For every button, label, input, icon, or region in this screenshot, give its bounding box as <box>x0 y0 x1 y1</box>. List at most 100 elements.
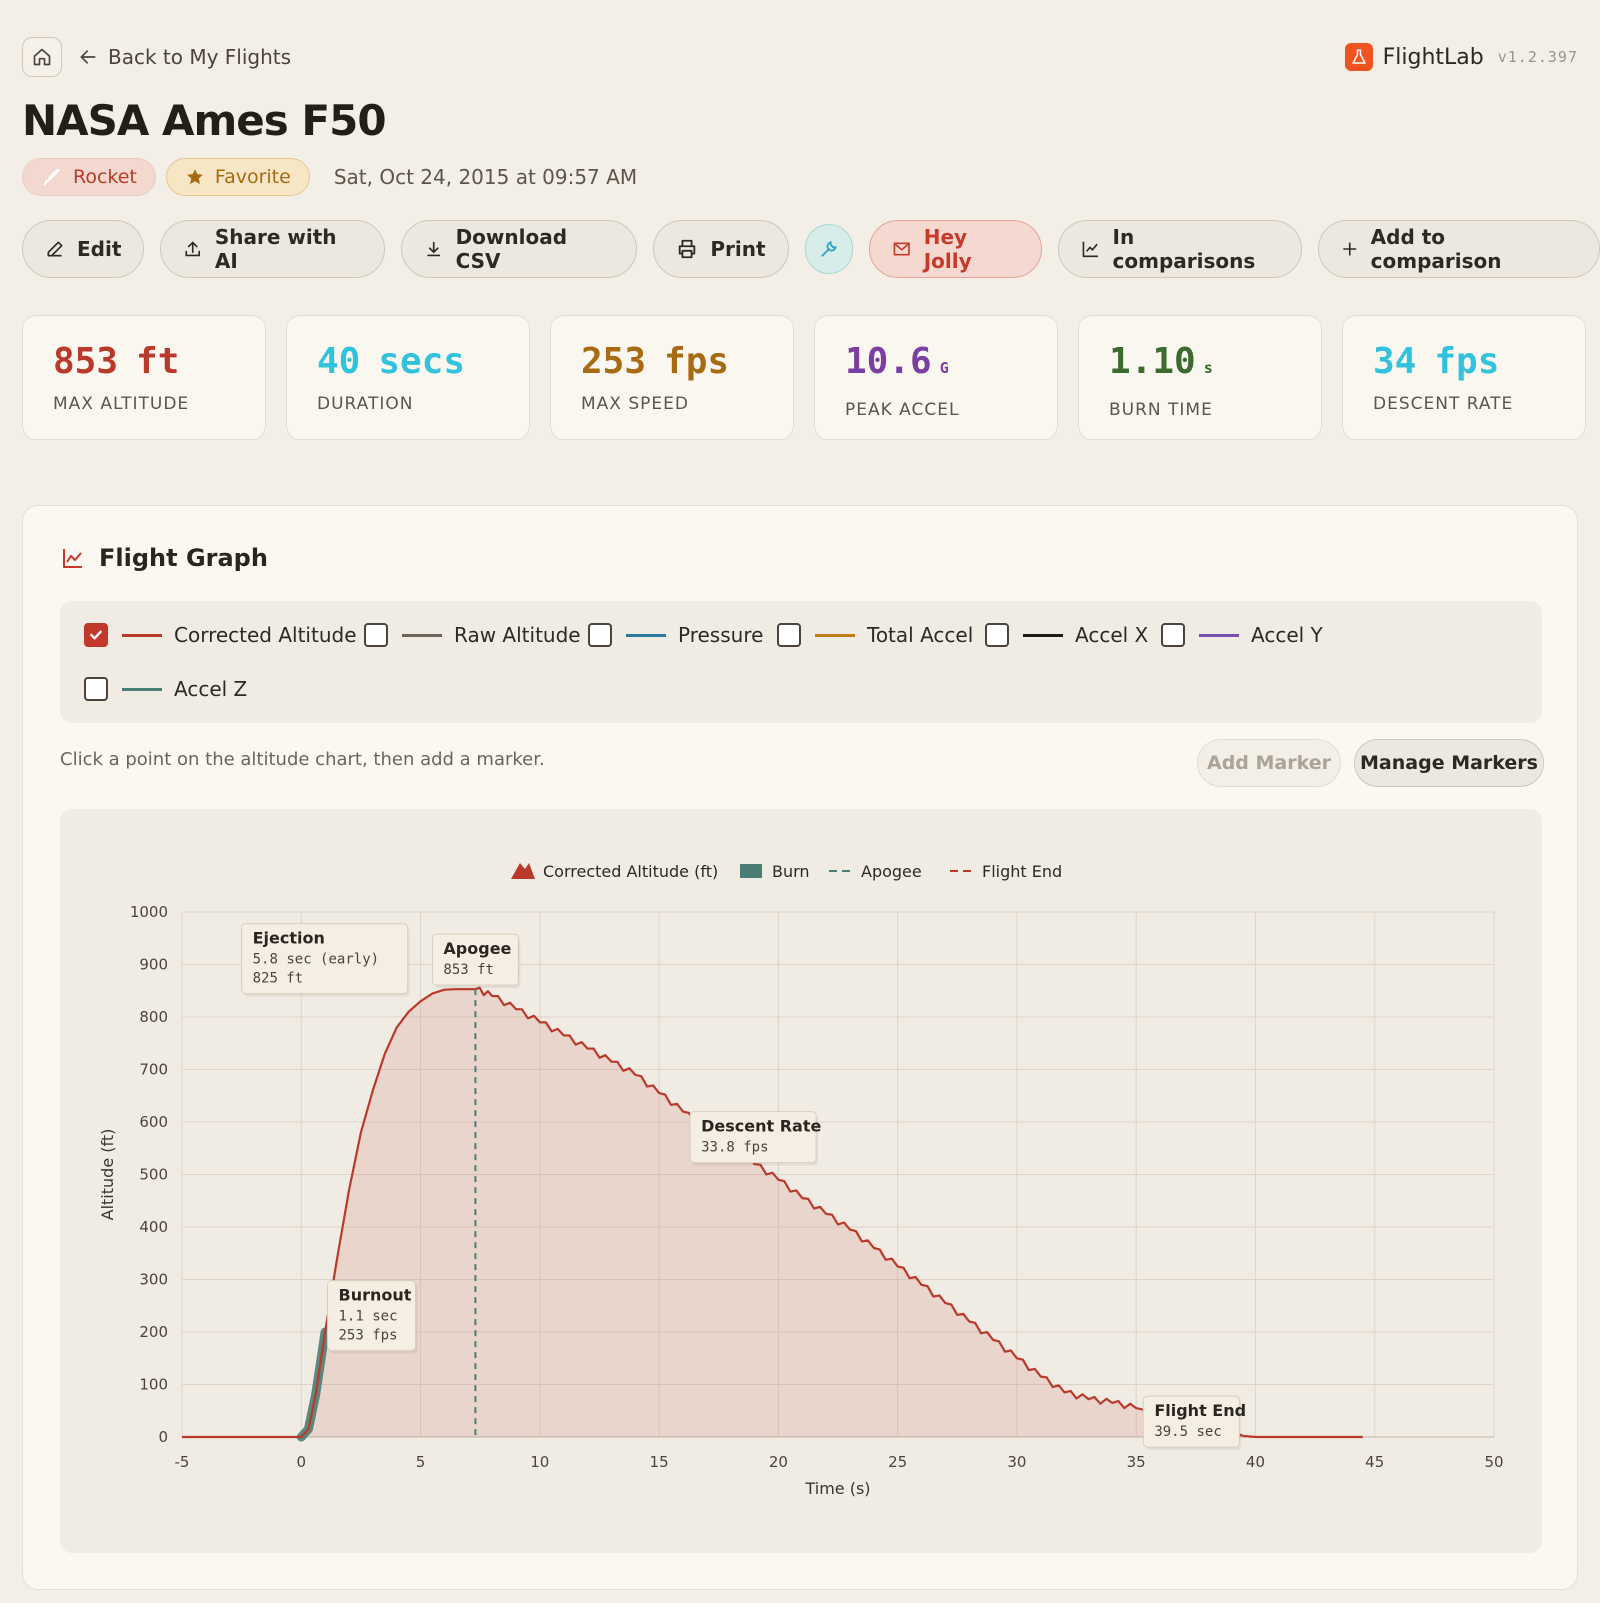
stat-unit: ft <box>136 341 180 382</box>
y-tick-label: 500 <box>139 1166 168 1184</box>
series-toggle[interactable]: Pressure <box>588 623 763 647</box>
series-toggle[interactable]: Accel Z <box>84 677 247 701</box>
series-swatch <box>402 633 442 637</box>
series-toggle[interactable]: Total Accel <box>777 623 973 647</box>
series-checkbox[interactable] <box>84 623 108 647</box>
series-checkbox[interactable] <box>777 623 801 647</box>
favorite-badge[interactable]: Favorite <box>165 158 310 196</box>
annotation-title: Flight End <box>1154 1401 1246 1420</box>
home-button[interactable] <box>22 37 62 77</box>
y-tick-label: 600 <box>139 1113 168 1131</box>
tools-button[interactable] <box>804 224 854 274</box>
add-to-comparison-button[interactable]: Add to comparison <box>1318 220 1600 278</box>
flight-date: Sat, Oct 24, 2015 at 09:57 AM <box>333 165 638 189</box>
series-swatch <box>122 633 162 637</box>
upload-icon <box>185 241 201 257</box>
series-toggle[interactable]: Corrected Altitude <box>84 623 357 647</box>
legend-swatch <box>511 863 535 879</box>
x-tick-label: -5 <box>175 1453 190 1471</box>
stat-value: 853 ft <box>53 340 235 384</box>
stat-card: 10.6 G PEAK ACCEL <box>814 315 1058 440</box>
series-checkbox[interactable] <box>985 623 1009 647</box>
hey-jolly-button[interactable]: Hey Jolly <box>869 220 1043 278</box>
x-tick-label: 50 <box>1484 1453 1503 1471</box>
download-button-label: Download CSV <box>455 225 568 273</box>
x-tick-label: 40 <box>1246 1453 1265 1471</box>
star-icon <box>186 169 203 185</box>
altitude-area <box>182 987 1363 1437</box>
series-toggle[interactable]: Raw Altitude <box>364 623 581 647</box>
series-swatch <box>122 687 162 691</box>
marker-hint: Click a point on the altitude chart, the… <box>60 749 545 770</box>
y-tick-label: 0 <box>158 1428 168 1446</box>
series-checkbox[interactable] <box>1161 623 1185 647</box>
x-tick-label: 5 <box>416 1453 426 1471</box>
stat-value: 34 fps <box>1373 340 1555 384</box>
stat-label: MAX SPEED <box>581 394 689 414</box>
x-tick-label: 0 <box>296 1453 306 1471</box>
stats-row: 853 ft MAX ALTITUDE 40 secs DURATION 253 fps MAX… <box>22 315 1586 440</box>
add-marker-button[interactable]: Add Marker <box>1197 739 1341 787</box>
stat-number: 34 <box>1373 341 1417 382</box>
share-with-ai-button[interactable]: Share with AI <box>160 220 386 278</box>
series-toggles: Corrected Altitude Raw Altitude Pressure To… <box>60 601 1542 723</box>
legend-label: Corrected Altitude (ft) <box>543 862 718 881</box>
altitude-chart[interactable]: -5 0 5 10 15 20 25 30 35 40 45 50 0 100 200 300 400 500 60… <box>60 809 1542 1553</box>
y-tick-label: 400 <box>139 1218 168 1236</box>
x-tick-label: 25 <box>888 1453 907 1471</box>
annotation-line: 5.8 sec (early) <box>253 952 379 968</box>
series-label: Accel Z <box>174 677 248 701</box>
edit-button[interactable]: Edit <box>22 220 145 278</box>
stat-number: 10.6 <box>845 341 932 382</box>
stat-label: DESCENT RATE <box>1373 394 1514 414</box>
annotation-line: 853 ft <box>443 962 494 978</box>
altitude-chart-svg[interactable]: -5 0 5 10 15 20 25 30 35 40 45 50010020030040050060… <box>60 809 1542 1553</box>
brand-name: FlightLab <box>1382 44 1484 70</box>
graph-title-text: Flight Graph <box>99 544 268 572</box>
back-to-flights-link[interactable]: Back to My Flights <box>78 45 291 69</box>
series-toggle[interactable]: Accel Y <box>1161 623 1323 647</box>
stat-card: 1.10 s BURN TIME <box>1078 315 1322 440</box>
chart-annotation: Flight End 39.5 sec <box>1142 1395 1246 1451</box>
graph-title: Flight Graph <box>61 544 268 572</box>
stat-number: 853 <box>53 341 119 382</box>
in-comparisons-button[interactable]: In comparisons <box>1058 220 1303 278</box>
legend-label: Flight End <box>982 862 1062 881</box>
favorite-badge-label: Favorite <box>214 166 291 188</box>
top-bar: Back to My Flights FlightLab v1.2.397 <box>22 36 1578 78</box>
stat-card: 34 fps DESCENT RATE <box>1342 315 1586 440</box>
manage-markers-button[interactable]: Manage Markers <box>1354 739 1544 787</box>
type-badge: Rocket <box>22 158 156 196</box>
series-checkbox[interactable] <box>364 623 388 647</box>
download-icon <box>427 241 441 257</box>
y-tick-label: 1000 <box>130 903 168 921</box>
stat-card: 40 secs DURATION <box>286 315 530 440</box>
annotation-title: Ejection <box>253 929 325 948</box>
series-checkbox[interactable] <box>84 677 108 701</box>
legend-swatch <box>740 864 762 878</box>
plus-icon <box>1343 242 1357 256</box>
y-tick-label: 700 <box>139 1061 168 1079</box>
series-label: Total Accel <box>867 623 974 647</box>
stat-card: 853 ft MAX ALTITUDE <box>22 315 266 440</box>
series-toggle[interactable]: Accel X <box>985 623 1148 647</box>
legend-label: Apogee <box>861 862 922 881</box>
x-tick-label: 10 <box>530 1453 549 1471</box>
print-button[interactable]: Print <box>653 220 789 278</box>
stat-unit: G <box>939 359 949 377</box>
stat-number: 1.10 <box>1109 341 1196 382</box>
series-checkbox[interactable] <box>588 623 612 647</box>
printer-icon <box>679 239 696 259</box>
arrow-left-icon <box>80 50 96 64</box>
flask-icon <box>1344 43 1373 71</box>
series-label: Raw Altitude <box>454 623 581 647</box>
stat-unit: s <box>1203 359 1213 377</box>
annotation-line: 33.8 fps <box>701 1140 768 1156</box>
pencil-icon <box>47 241 63 257</box>
download-csv-button[interactable]: Download CSV <box>401 220 638 278</box>
add-comparison-label: Add to comparison <box>1370 225 1502 273</box>
x-tick-label: 20 <box>769 1453 788 1471</box>
stat-unit: fps <box>1434 341 1500 382</box>
chart-icon <box>63 549 82 568</box>
home-icon <box>33 48 51 66</box>
